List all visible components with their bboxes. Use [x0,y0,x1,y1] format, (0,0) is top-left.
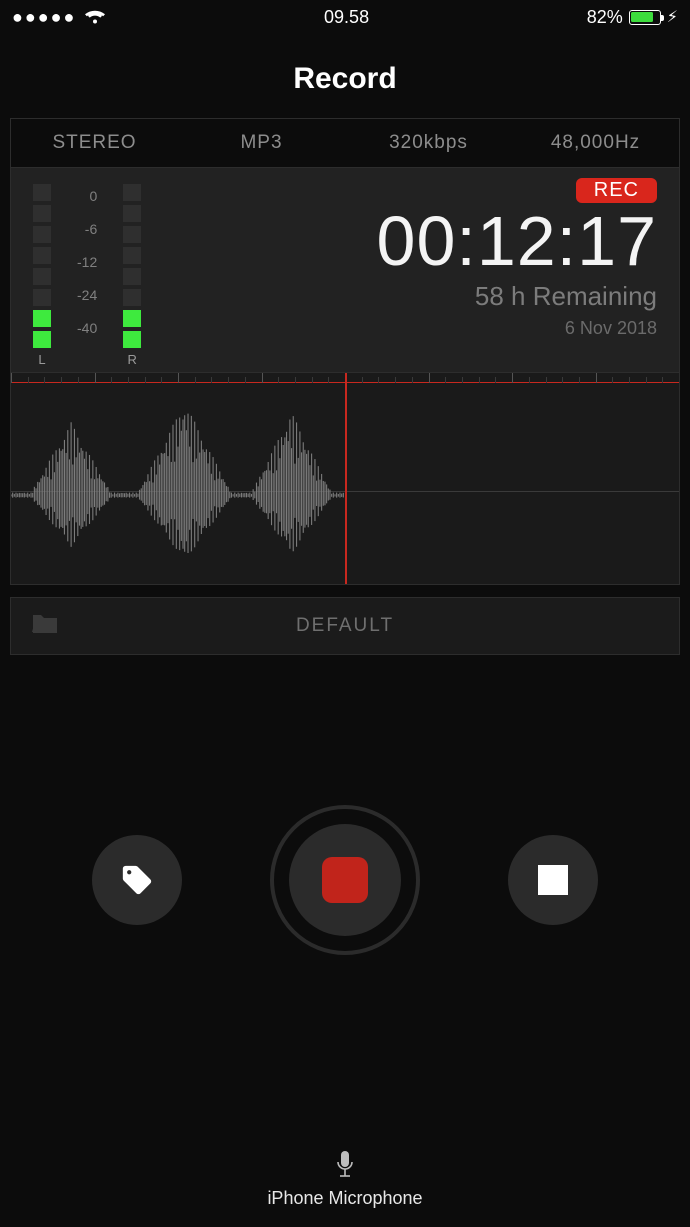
status-time: 09.58 [324,7,369,28]
playhead [345,373,347,584]
setting-bitrate[interactable]: 320kbps [345,132,512,154]
charging-icon: ⚡︎ [667,7,678,27]
transport-controls [0,805,690,955]
tag-button[interactable] [92,835,182,925]
recording-date: 6 Nov 2018 [565,318,657,339]
microphone-icon [335,1150,355,1180]
tag-icon [120,863,154,897]
folder-icon [31,613,59,640]
level-meter-right: R [123,184,141,372]
level-meter-left: L [33,184,51,372]
setting-channels[interactable]: STEREO [11,132,178,154]
input-source[interactable]: iPhone Microphone [0,1150,690,1209]
meter-left-label: L [38,352,45,367]
waveform-display[interactable] [10,373,680,585]
rec-indicator-badge: REC [576,178,657,203]
waveform-svg [11,383,345,584]
folder-selector[interactable]: DEFAULT [10,597,680,655]
stop-button[interactable] [508,835,598,925]
record-icon [322,857,368,903]
setting-format[interactable]: MP3 [178,132,345,154]
stop-icon [538,865,568,895]
input-source-label: iPhone Microphone [0,1188,690,1209]
battery-icon [629,10,661,25]
monitor-panel: L 0 -6 -12 -24 -40 R REC 00:12:17 58 h R… [10,168,680,373]
folder-name: DEFAULT [11,615,679,637]
remaining-time: 58 h Remaining [475,281,657,312]
page-title: Record [0,34,690,118]
recording-settings-bar[interactable]: STEREO MP3 320kbps 48,000Hz [10,118,680,168]
signal-dots-icon: ●●●●● [12,7,76,28]
status-bar: ●●●●● 09.58 82% ⚡︎ [0,0,690,34]
meter-right-label: R [128,352,137,367]
elapsed-timer: 00:12:17 [377,205,657,279]
battery-percentage: 82% [587,7,623,28]
setting-samplerate[interactable]: 48,000Hz [512,132,679,154]
meter-scale: 0 -6 -12 -24 -40 [77,184,97,336]
wifi-icon [84,9,106,25]
record-button[interactable] [270,805,420,955]
